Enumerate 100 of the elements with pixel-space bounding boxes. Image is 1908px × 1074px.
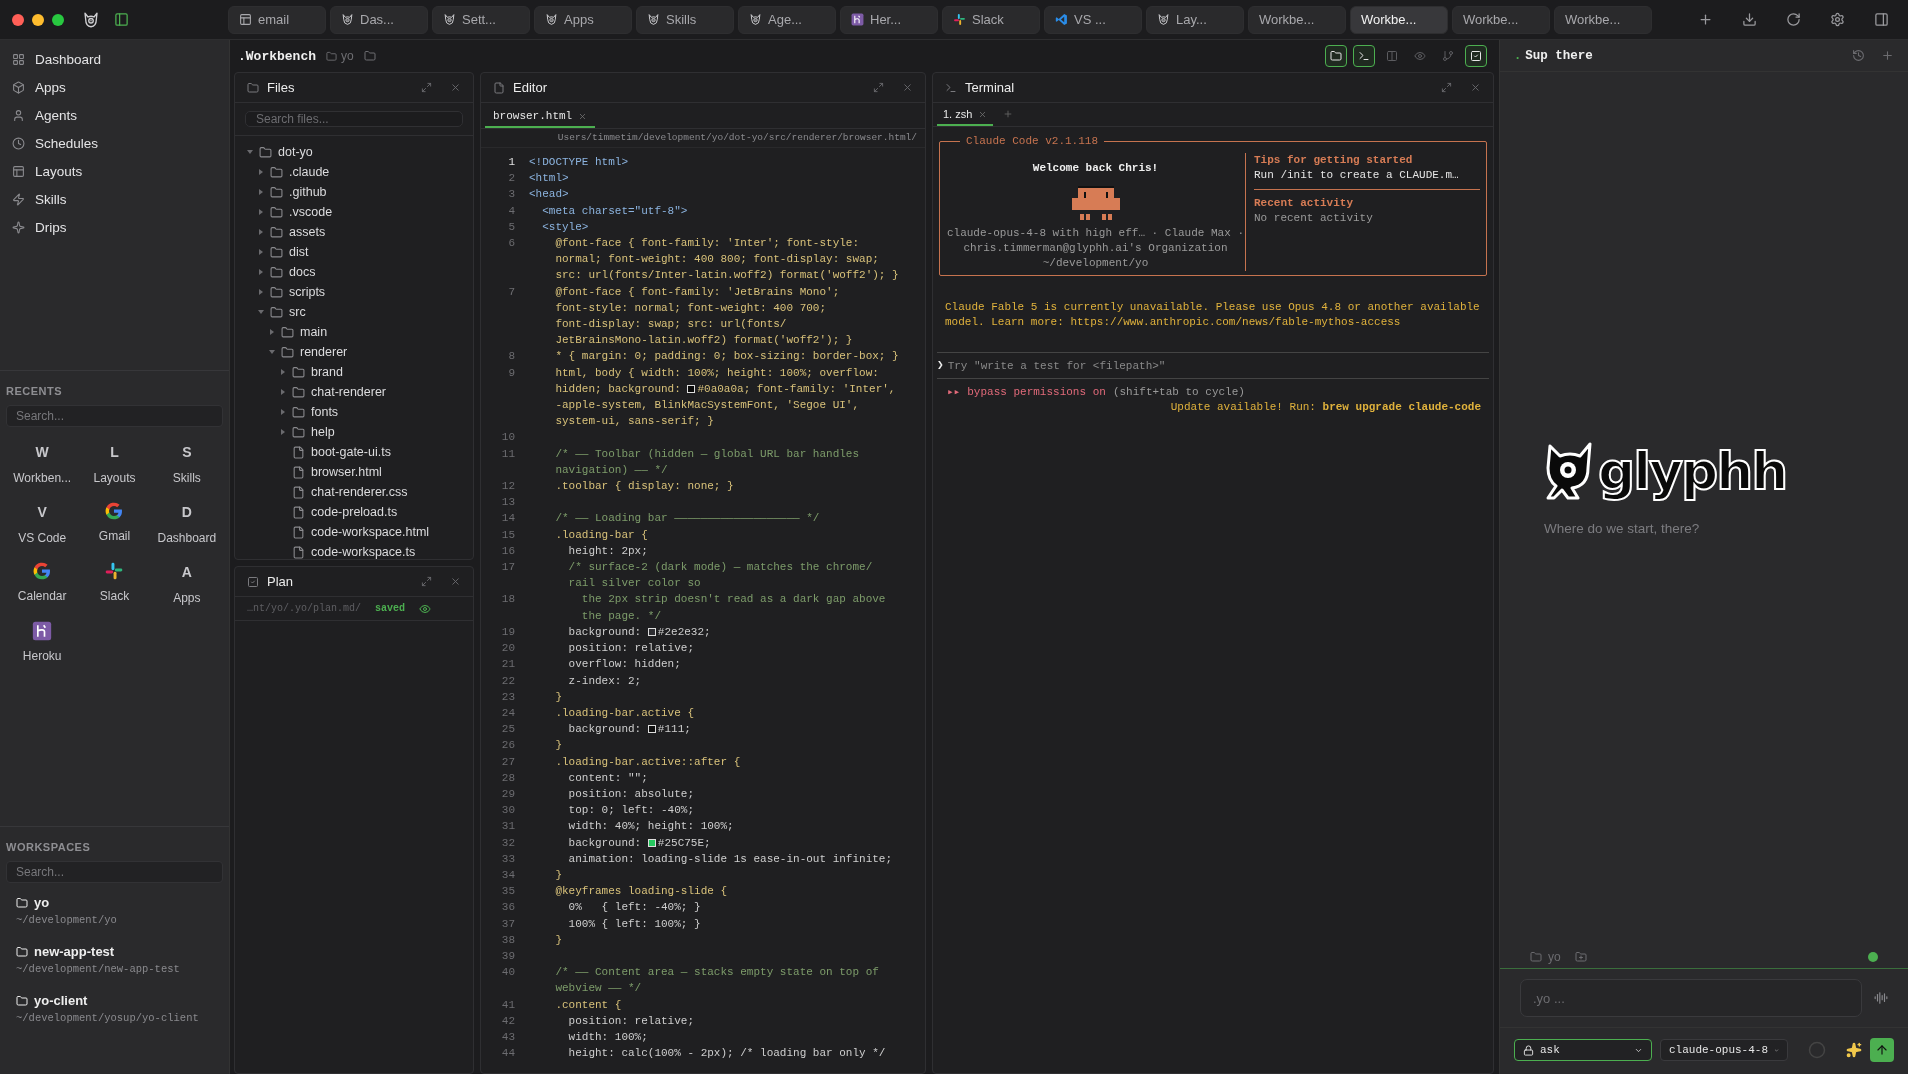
close-icon[interactable] (450, 82, 461, 93)
browser-tab[interactable]: Workbe... (1350, 5, 1448, 34)
file-item[interactable]: code-preload.ts (235, 502, 473, 522)
new-chat-icon[interactable] (1881, 49, 1894, 62)
maximize-button[interactable] (52, 13, 64, 26)
recent-app[interactable]: W Workben... (6, 441, 79, 485)
workspace-item[interactable]: yo ~/development/yo (6, 889, 127, 932)
prompt-field[interactable]: Try "write a test for <filepath>" (947, 358, 1489, 373)
browser-tab[interactable]: Apps (534, 5, 632, 34)
file-item[interactable]: code-workspace.ts (235, 542, 473, 559)
box-title: Claude Code v2.1.118 (965, 135, 1100, 147)
file-item[interactable]: code-workspace.html (235, 522, 473, 542)
expand-icon[interactable] (1441, 82, 1452, 93)
voice-icon[interactable] (1874, 991, 1888, 1005)
folder-item[interactable]: brand (235, 362, 473, 382)
terminal-toggle[interactable] (1353, 45, 1375, 67)
workspace-item[interactable]: new-app-test ~/development/new-app-test (6, 938, 190, 981)
folder-item[interactable]: .claude (235, 162, 473, 182)
browser-tab[interactable]: Lay... (1146, 5, 1244, 34)
line-number: 23 (500, 689, 515, 705)
folder-item[interactable]: .vscode (235, 202, 473, 222)
close-icon[interactable] (978, 109, 988, 119)
recent-app[interactable]: L Layouts (78, 441, 151, 485)
expand-icon[interactable] (421, 576, 432, 587)
workspace-name: yo (16, 895, 50, 910)
recent-app[interactable]: Gmail (78, 501, 151, 545)
history-icon[interactable] (1852, 49, 1865, 62)
nav-item[interactable]: Dashboard (8, 48, 221, 71)
close-button[interactable] (12, 13, 24, 26)
lock-icon (1523, 1044, 1534, 1056)
folder-item[interactable]: dot-yo (235, 142, 473, 162)
close-icon[interactable] (578, 111, 588, 121)
folder-item[interactable]: renderer (235, 342, 473, 362)
browser-tab[interactable]: Das... (330, 5, 428, 34)
expand-icon[interactable] (873, 82, 884, 93)
folder-item[interactable]: chat-renderer (235, 382, 473, 402)
nav-item[interactable]: Layouts (8, 160, 221, 183)
chat-input[interactable]: .yo ... (1520, 979, 1862, 1017)
recent-app[interactable]: S Skills (150, 441, 223, 485)
recent-app[interactable]: V VS Code (6, 501, 79, 545)
file-item[interactable]: chat-renderer.css (235, 482, 473, 502)
nav-item[interactable]: Apps (8, 76, 221, 99)
nav-item[interactable]: Drips (8, 216, 221, 239)
browser-tab[interactable]: Skills (636, 5, 734, 34)
recent-app[interactable]: Slack (78, 561, 151, 605)
line-number: 2 (507, 171, 515, 187)
nav-item[interactable]: Agents (8, 104, 221, 127)
recent-app[interactable]: Heroku (6, 621, 79, 663)
folder-item[interactable]: .github (235, 182, 473, 202)
file-item[interactable]: boot-gate-ui.ts (235, 442, 473, 462)
folder-item[interactable]: docs (235, 262, 473, 282)
expand-icon[interactable] (421, 82, 432, 93)
search-field[interactable]: Search... (6, 405, 223, 427)
browser-tab[interactable]: email (228, 5, 326, 34)
browser-tab[interactable]: Age... (738, 5, 836, 34)
check-toggle[interactable] (1465, 45, 1487, 67)
editor-tab[interactable]: browser.html (485, 106, 596, 128)
sparkles-icon[interactable] (1846, 1042, 1862, 1058)
browser-tab[interactable]: Sett... (432, 5, 530, 34)
browser-tab[interactable]: Workbe... (1554, 5, 1652, 34)
file-item[interactable]: browser.html (235, 462, 473, 482)
workspace-item[interactable]: yo-client ~/development/yosup/yo-client (6, 987, 209, 1030)
folder-item[interactable]: main (235, 322, 473, 342)
download-icon (1741, 12, 1757, 27)
close-icon[interactable] (450, 576, 461, 587)
recent-app[interactable]: A Apps (150, 561, 223, 605)
code-line: <style> (541, 219, 589, 235)
nav-item[interactable]: Schedules (8, 132, 221, 155)
browser-tab[interactable]: Workbe... (1452, 5, 1550, 34)
search-field[interactable]: Search... (6, 861, 223, 883)
close-icon[interactable] (902, 82, 913, 93)
minimize-button[interactable] (32, 13, 44, 26)
reload-icon (1785, 12, 1801, 27)
browser-tab[interactable]: Slack (942, 5, 1040, 34)
recent-app[interactable]: D Dashboard (150, 501, 223, 545)
search-field[interactable]: Search files... (245, 111, 463, 127)
close-icon[interactable] (1470, 82, 1481, 93)
folder-icon (270, 185, 283, 199)
send-button[interactable] (1870, 1038, 1894, 1062)
recent-app[interactable]: Calendar (6, 561, 79, 605)
add-tab-icon[interactable] (1003, 109, 1014, 119)
folder-item[interactable]: fonts (235, 402, 473, 422)
browser-tab[interactable]: Workbe... (1248, 5, 1346, 34)
nav-item[interactable]: Skills (8, 188, 221, 211)
folder-item[interactable]: help (235, 422, 473, 442)
folder-item[interactable]: assets (235, 222, 473, 242)
browser-tab[interactable]: Her... (840, 5, 938, 34)
model-select[interactable]: claude-opus-4-8 (1660, 1039, 1788, 1061)
folder-item[interactable]: scripts (235, 282, 473, 302)
add-folder-icon[interactable] (1574, 950, 1587, 963)
terminal-tab[interactable]: 1. zsh (937, 104, 994, 126)
eye-icon[interactable] (419, 602, 432, 615)
folder-item[interactable]: dist (235, 242, 473, 262)
folder-icon (270, 165, 283, 179)
code-line: rail silver color so (567, 576, 702, 592)
mode-select[interactable]: ask (1514, 1039, 1652, 1061)
folder-item[interactable]: src (235, 302, 473, 322)
browser-tab[interactable]: VS ... (1044, 5, 1142, 34)
line-number: 9 (507, 365, 515, 381)
folder-toggle[interactable] (1325, 45, 1347, 67)
